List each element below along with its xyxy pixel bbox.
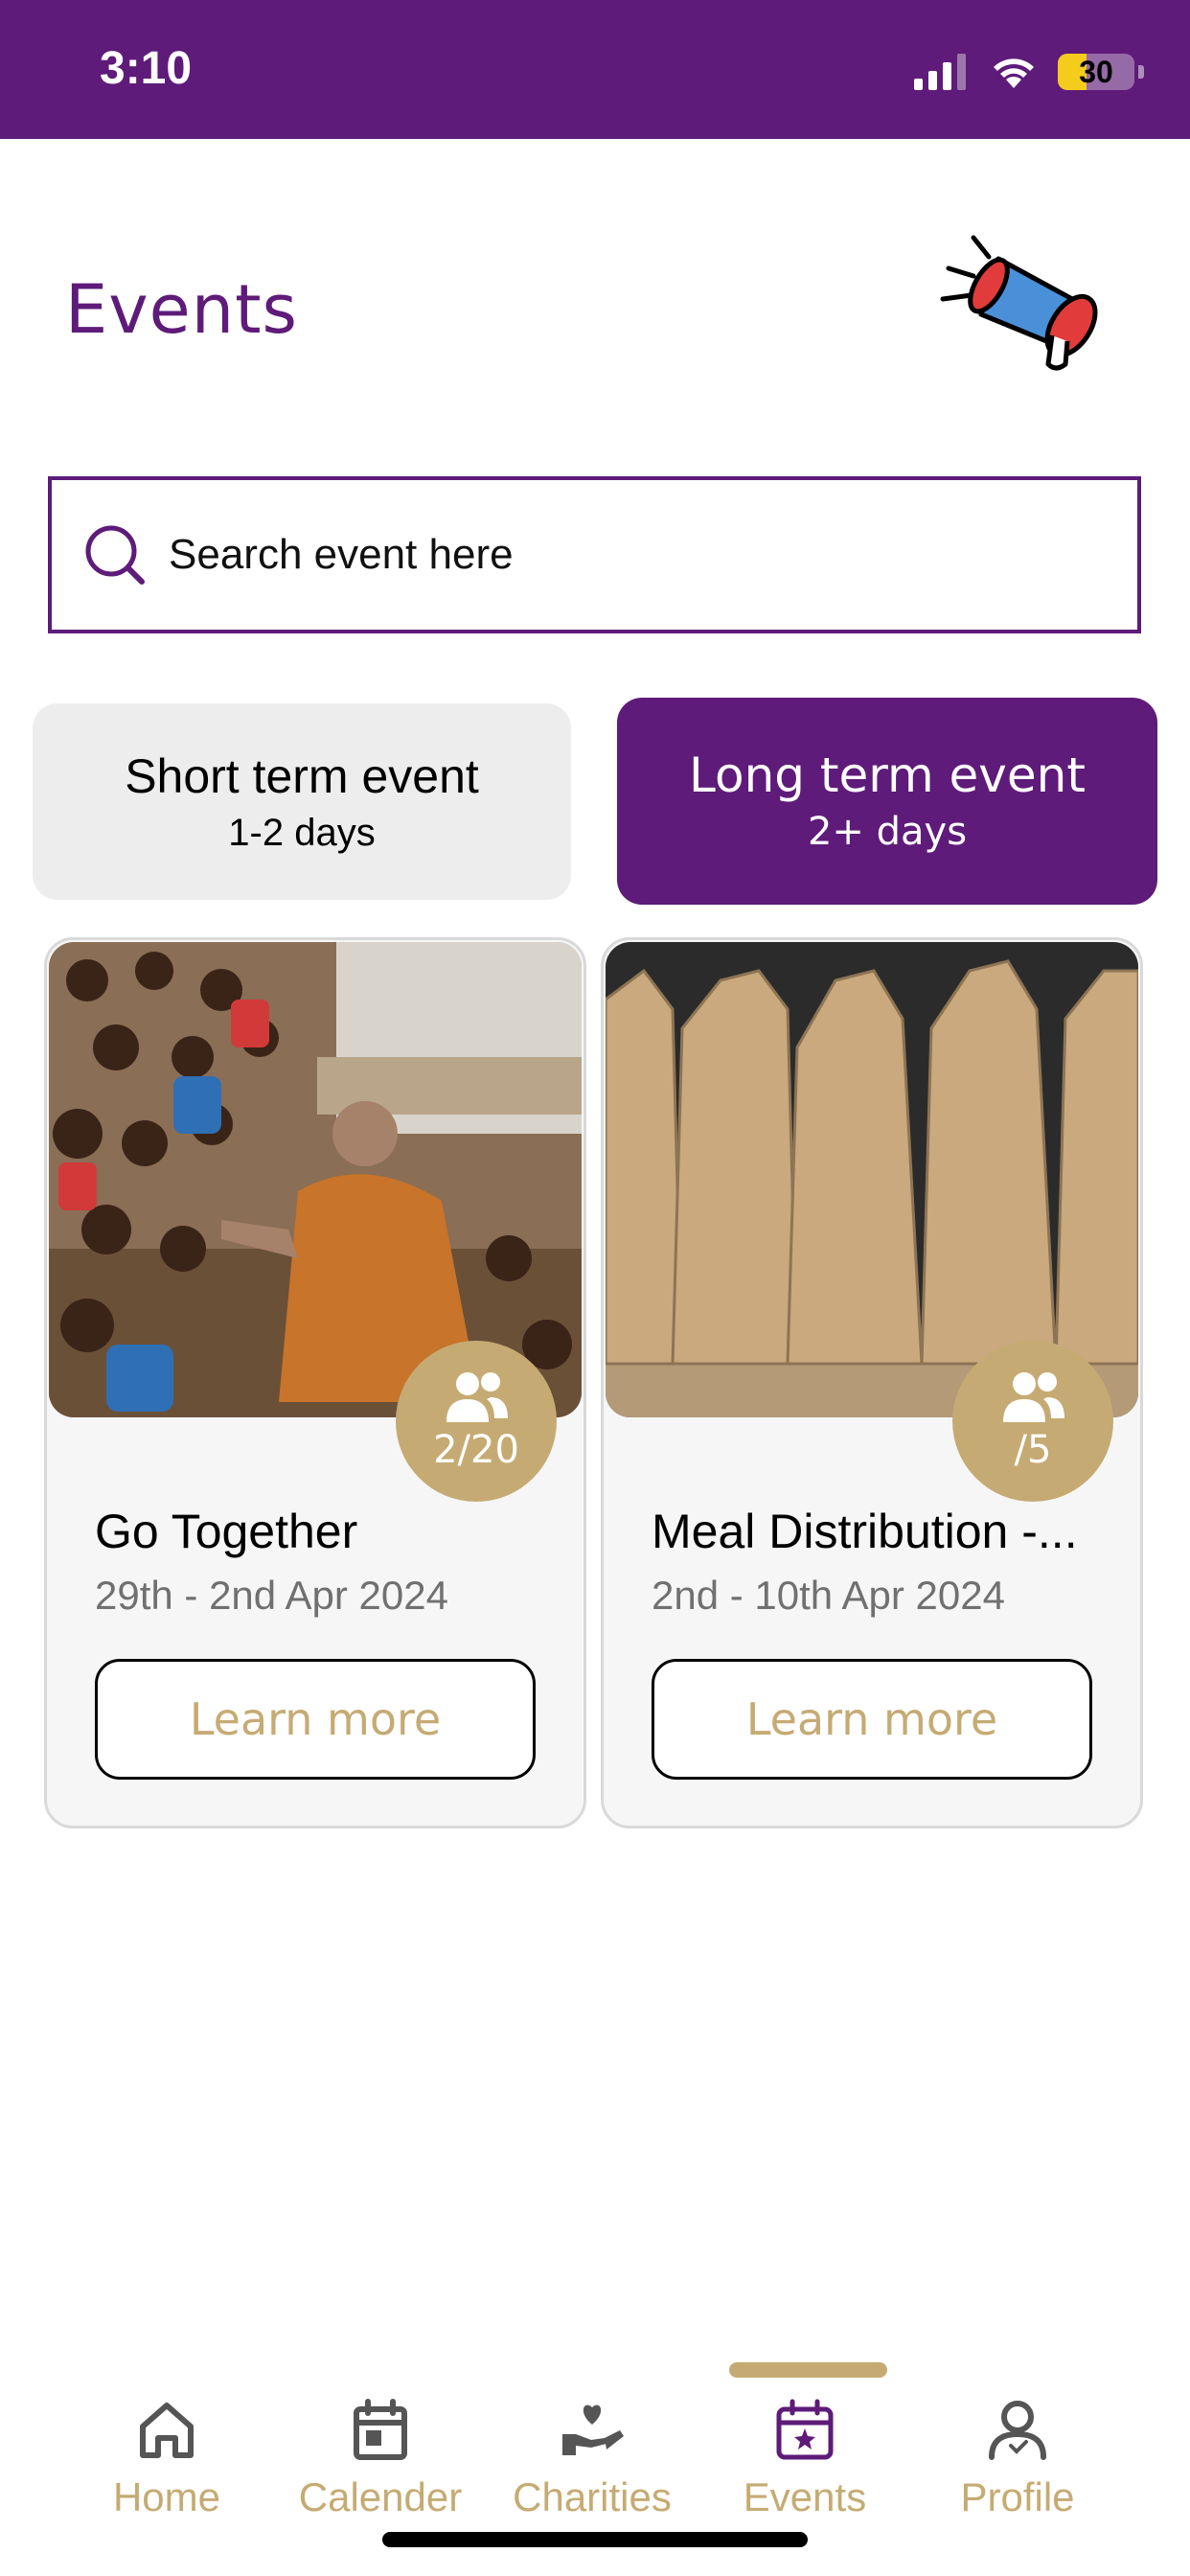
- search-bar[interactable]: [48, 476, 1141, 633]
- bottom-nav: Home Calender Charities Events Profile: [0, 2396, 1190, 2549]
- tab-long-term-event[interactable]: Long term event 2+ days: [617, 698, 1157, 905]
- nav-label: Calender: [298, 2474, 463, 2519]
- megaphone-icon: [940, 235, 1098, 371]
- battery-level: 30: [1079, 54, 1113, 89]
- status-bar: 3:10 30: [0, 0, 1190, 139]
- status-icons: 30: [912, 48, 1144, 96]
- tab-short-term-event[interactable]: Short term event 1-2 days: [33, 703, 571, 900]
- tab-title: Short term event: [125, 748, 479, 803]
- charity-hand-heart-icon: [562, 2404, 624, 2455]
- event-dates: 29th - 2nd Apr 2024: [95, 1573, 448, 1618]
- profile-icon: [989, 2401, 1046, 2460]
- nav-item-calender[interactable]: Calender: [285, 2396, 476, 2520]
- nav-label: Events: [743, 2474, 867, 2519]
- calendar-icon: [354, 2399, 407, 2460]
- battery-tip: [1138, 65, 1144, 79]
- tab-subtitle: 1-2 days: [228, 811, 376, 854]
- participants-count: /5: [1014, 1428, 1052, 1472]
- nav-label: Home: [112, 2474, 221, 2519]
- wifi-icon: [994, 58, 1034, 88]
- people-icon: [446, 1372, 508, 1422]
- learn-more-button[interactable]: Learn more: [95, 1659, 536, 1780]
- people-icon: [1003, 1372, 1064, 1422]
- battery-icon: 30: [1058, 54, 1144, 90]
- nav-item-events[interactable]: Events: [709, 2396, 901, 2520]
- battery-indicator: 30: [1058, 54, 1134, 90]
- nav-label: Charities: [513, 2474, 672, 2519]
- search-icon: [85, 525, 145, 585]
- home-icon: [140, 2403, 194, 2458]
- status-time: 3:10: [100, 43, 193, 94]
- participants-badge: /5: [952, 1341, 1113, 1502]
- tab-title: Long term event: [689, 748, 1086, 803]
- page-title: Events: [65, 270, 299, 349]
- event-card[interactable]: 2/20 Go Together 29th - 2nd Apr 2024 Lea…: [44, 937, 586, 1828]
- tab-subtitle: 2+ days: [807, 810, 968, 854]
- nav-item-charities[interactable]: Charities: [496, 2396, 688, 2520]
- active-tab-indicator: [729, 2362, 887, 2378]
- events-calendar-star-icon: [776, 2399, 834, 2460]
- event-title: Meal Distribution -...: [652, 1505, 1078, 1558]
- nav-label: Profile: [960, 2474, 1075, 2519]
- event-dates: 2nd - 10th Apr 2024: [652, 1573, 1005, 1618]
- nav-item-home[interactable]: Home: [71, 2396, 263, 2520]
- event-title: Go Together: [95, 1505, 358, 1558]
- event-card[interactable]: /5 Meal Distribution -... 2nd - 10th Apr…: [601, 937, 1143, 1828]
- home-indicator[interactable]: [382, 2532, 808, 2547]
- learn-more-button[interactable]: Learn more: [652, 1659, 1092, 1780]
- search-input[interactable]: [169, 531, 1108, 579]
- participants-count: 2/20: [433, 1428, 519, 1472]
- cellular-signal-icon: [914, 54, 966, 90]
- participants-badge: 2/20: [396, 1341, 557, 1502]
- nav-item-profile[interactable]: Profile: [922, 2396, 1113, 2520]
